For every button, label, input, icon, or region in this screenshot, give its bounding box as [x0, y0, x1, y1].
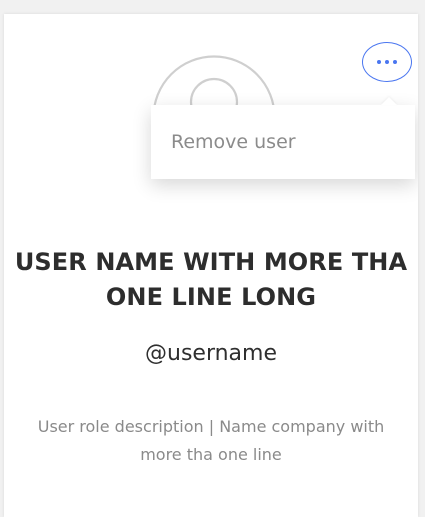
dropdown-caret-icon	[381, 97, 397, 105]
user-role-description: User role description | Name company wit…	[37, 417, 385, 464]
more-options-button[interactable]	[362, 42, 412, 82]
user-actions-dropdown: Remove user	[151, 97, 415, 179]
profile-stage: Remove user USER NAME WITH MORE THA ONE …	[0, 0, 425, 517]
username-handle: @username	[145, 341, 277, 366]
more-horizontal-icon	[377, 60, 397, 64]
user-profile-card: Remove user USER NAME WITH MORE THA ONE …	[4, 14, 418, 517]
user-name: USER NAME WITH MORE THA ONE LINE LONG	[14, 248, 408, 311]
remove-user-menu-item[interactable]: Remove user	[171, 131, 296, 153]
